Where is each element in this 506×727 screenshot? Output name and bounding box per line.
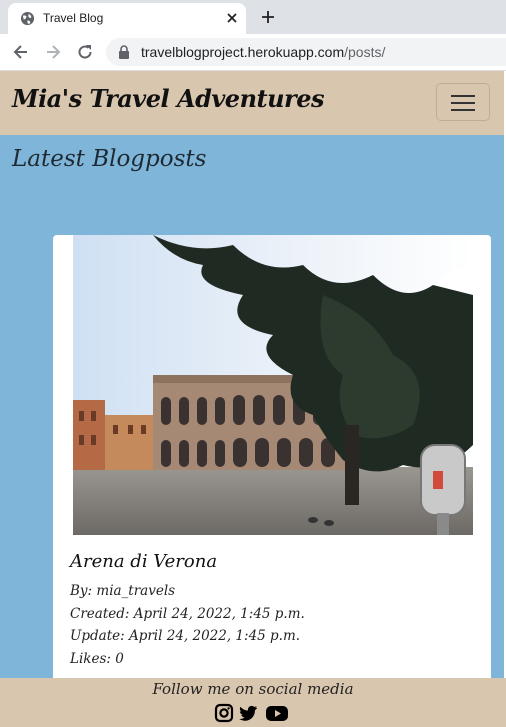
close-icon[interactable]	[224, 10, 240, 26]
forward-arrow-icon[interactable]	[43, 42, 63, 62]
back-arrow-icon[interactable]	[11, 42, 31, 62]
url-path: /posts/	[344, 44, 386, 60]
lock-icon[interactable]	[118, 45, 130, 59]
twitter-icon[interactable]	[238, 703, 258, 723]
url-text: travelblogproject.herokuapp.com/posts/	[141, 44, 385, 60]
site-navbar: Mia's Travel Adventures	[0, 71, 506, 135]
hamburger-icon	[451, 95, 475, 97]
reload-icon[interactable]	[75, 42, 95, 62]
post-created-date: Created: April 24, 2022, 1:45 p.m.	[70, 606, 305, 622]
plus-icon[interactable]	[259, 8, 277, 26]
hamburger-icon-line	[451, 109, 475, 111]
youtube-icon[interactable]	[265, 703, 289, 723]
page-title: Latest Blogposts	[12, 146, 207, 172]
browser-tab[interactable]: Travel Blog	[8, 3, 246, 34]
site-brand-link[interactable]: Mia's Travel Adventures	[12, 84, 324, 113]
address-bar: travelblogproject.herokuapp.com/posts/	[0, 34, 506, 71]
footer-text: Follow me on social media	[152, 680, 354, 698]
browser-tab-bar: Travel Blog	[0, 0, 506, 34]
blog-post-card[interactable]: Arena di Verona By: mia_travels Created:…	[53, 235, 491, 695]
url-field[interactable]: travelblogproject.herokuapp.com/posts/	[106, 38, 506, 66]
url-host: travelblogproject.herokuapp.com	[141, 44, 345, 60]
tab-title: Travel Blog	[43, 11, 104, 25]
globe-icon	[20, 11, 35, 26]
instagram-icon[interactable]	[214, 703, 234, 723]
post-updated-date: Update: April 24, 2022, 1:45 p.m.	[70, 628, 301, 644]
post-image[interactable]	[73, 235, 473, 535]
hamburger-icon-line	[451, 102, 475, 104]
post-author: By: mia_travels	[70, 583, 176, 599]
site-footer: Follow me on social media	[0, 678, 506, 727]
post-likes: Likes: 0	[70, 651, 124, 667]
navbar-toggler-button[interactable]	[436, 83, 490, 121]
post-title[interactable]: Arena di Verona	[70, 551, 217, 572]
